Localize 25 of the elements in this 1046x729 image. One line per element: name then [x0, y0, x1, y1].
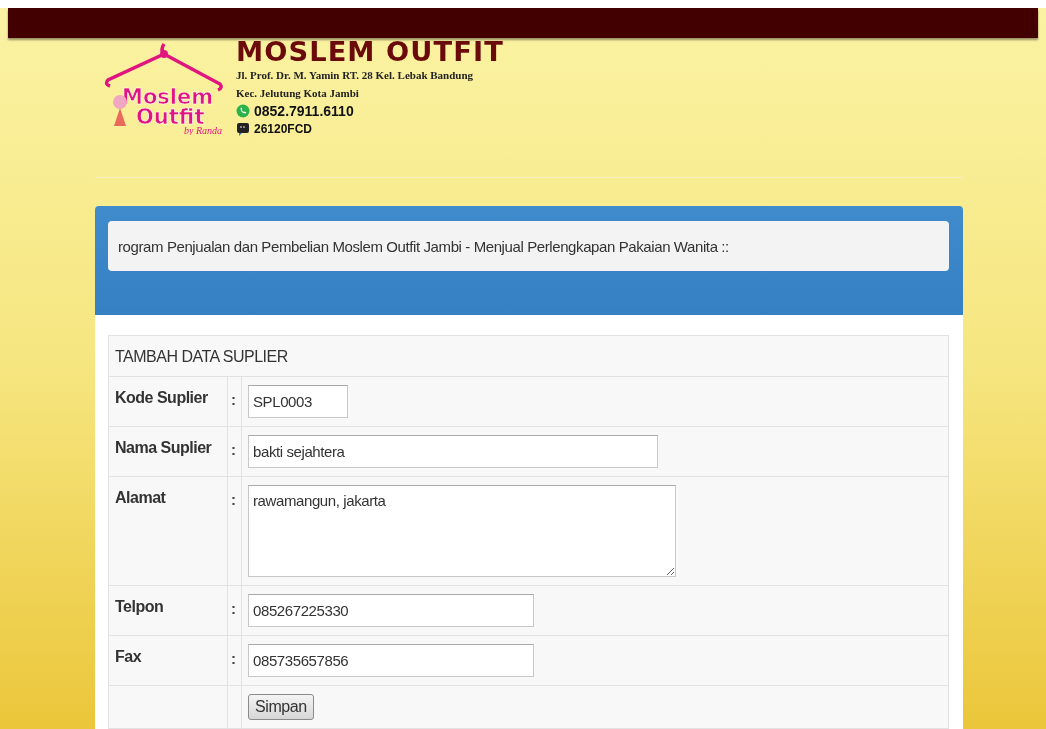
separator-colon: : [231, 491, 236, 508]
phone-chat-icon [236, 104, 250, 118]
field-label: Alamat [108, 476, 228, 586]
text-input[interactable]: 085735657856 [248, 644, 534, 677]
field-label: Fax [108, 635, 228, 686]
field-label: Nama Suplier [108, 426, 228, 477]
brand-title: MOSLEM OUTFIT [236, 38, 504, 66]
pin-code: 26120FCD [254, 121, 313, 138]
phone-number: 0852.7911.6110 [254, 102, 354, 120]
save-button[interactable]: Simpan [248, 694, 314, 720]
address-line: Jl. Prof. Dr. M. Yamin RT. 28 Kel. Lebak Bandung [236, 68, 475, 83]
text-input[interactable]: 085267225330 [248, 594, 534, 627]
messenger-icon [236, 122, 250, 136]
field-label: Telpon [108, 585, 228, 636]
separator-colon: : [231, 600, 236, 617]
text-input[interactable]: bakti sejahtera [248, 435, 658, 468]
separator-colon: : [231, 650, 236, 667]
separator-colon: : [231, 441, 236, 458]
separator-colon: : [231, 391, 236, 408]
address-textarea[interactable]: rawamangun, jakarta [248, 485, 676, 577]
field-label: Kode Suplier [108, 376, 228, 427]
address-line: Kec. Jelutung Kota Jambi [236, 86, 360, 101]
marquee-text: rogram Penjualan dan Pembelian Moslem Outfit Jambi - Menjual Perlengkapan Pakaian Wanita :: [108, 221, 949, 271]
form-title: TAMBAH DATA SUPLIER [108, 335, 949, 377]
text-input[interactable]: SPL0003 [248, 385, 348, 418]
